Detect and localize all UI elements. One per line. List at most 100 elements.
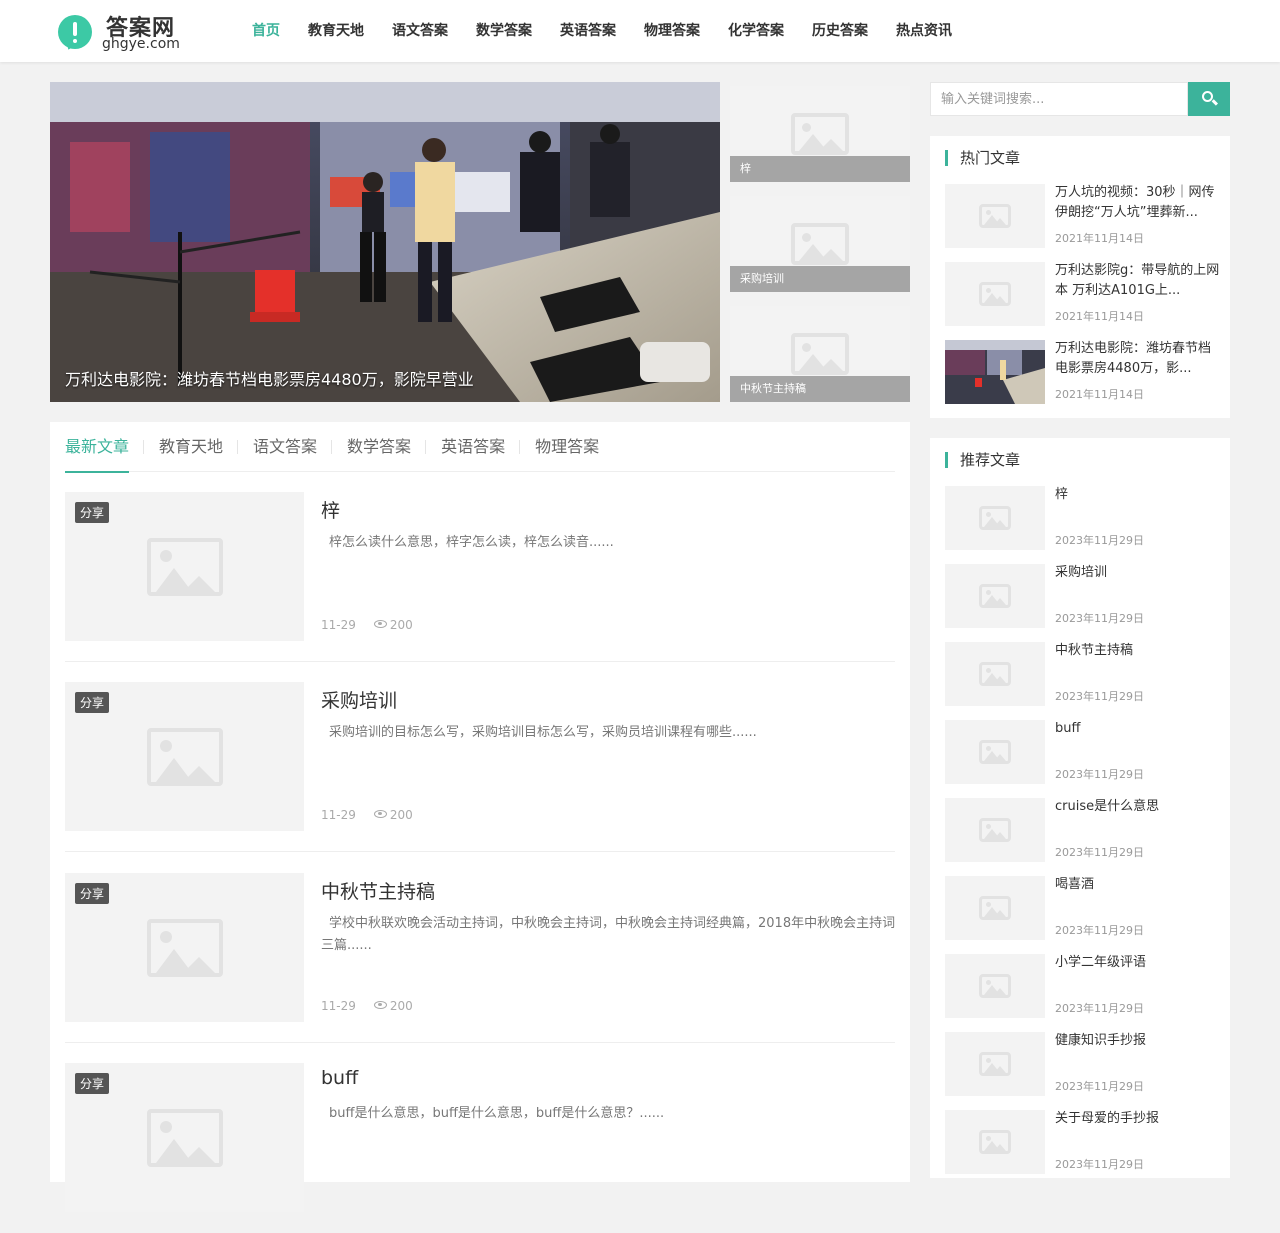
list-item[interactable]: 喝喜酒 2023年11月29日 bbox=[945, 876, 1225, 940]
tab-physics[interactable]: 物理答案 bbox=[535, 422, 614, 472]
featured-thumb[interactable]: 采购培训 bbox=[730, 196, 910, 292]
placeholder-image bbox=[945, 876, 1045, 940]
widget-item-date: 2023年11月29日 bbox=[1055, 846, 1144, 859]
site-logo[interactable]: 答案网 ghgye.com bbox=[58, 12, 198, 52]
post-meta: 11-29 200 bbox=[321, 618, 413, 632]
placeholder-image bbox=[945, 720, 1045, 784]
list-item[interactable]: buff 2023年11月29日 bbox=[945, 720, 1225, 784]
search-input[interactable] bbox=[930, 82, 1188, 116]
eye-icon bbox=[373, 620, 387, 628]
widget-item-title[interactable]: 万人坑的视频：30秒｜网传伊朗挖“万人坑”埋葬新... bbox=[1055, 183, 1220, 223]
post-excerpt: 学校中秋联欢晚会活动主持词，中秋晚会主持词，中秋晚会主持词经典篇，2018年中秋… bbox=[321, 916, 896, 953]
widget-title: 推荐文章 bbox=[945, 452, 1020, 468]
featured-thumb-title: 采购培训 bbox=[730, 266, 910, 292]
widget-item-title[interactable]: 小学二年级评语 bbox=[1055, 953, 1220, 973]
hero-image bbox=[50, 82, 720, 402]
nav-item-history[interactable]: 历史答案 bbox=[798, 0, 882, 62]
widget-item-date: 2023年11月29日 bbox=[1055, 690, 1144, 703]
widget-item-date: 2023年11月29日 bbox=[1055, 1158, 1144, 1171]
list-item[interactable]: cruise是什么意思 2023年11月29日 bbox=[945, 798, 1225, 862]
post-excerpt: 梓怎么读什么意思，梓字怎么读，梓怎么读音...... bbox=[329, 535, 614, 550]
featured-thumb[interactable]: 梓 bbox=[730, 86, 910, 182]
hero-slide[interactable]: 万利达电影院：潍坊春节档电影票房4480万，影院早营业 bbox=[50, 82, 720, 402]
site-header: 答案网 ghgye.com 首页 教育天地 语文答案 数学答案 英语答案 物理答… bbox=[0, 0, 1280, 62]
tab-education[interactable]: 教育天地 bbox=[159, 422, 239, 472]
article-thumbnail bbox=[945, 340, 1045, 404]
list-item[interactable]: 万人坑的视频：30秒｜网传伊朗挖“万人坑”埋葬新... 2021年11月14日 bbox=[945, 184, 1225, 248]
list-item: 分享 buff buff是什么意思，buff是什么意思，buff是什么意思？..… bbox=[65, 1063, 895, 1233]
placeholder-image bbox=[945, 1032, 1045, 1096]
post-date: 11-29 bbox=[321, 618, 356, 632]
widget-item-title[interactable]: 梓 bbox=[1055, 485, 1220, 505]
list-item[interactable]: 小学二年级评语 2023年11月29日 bbox=[945, 954, 1225, 1018]
tab-chinese[interactable]: 语文答案 bbox=[253, 422, 333, 472]
placeholder-image bbox=[945, 954, 1045, 1018]
widget-item-title[interactable]: 中秋节主持稿 bbox=[1055, 641, 1220, 661]
tab-latest[interactable]: 最新文章 bbox=[65, 422, 145, 473]
widget-item-date: 2023年11月29日 bbox=[1055, 1002, 1144, 1015]
nav-item-education[interactable]: 教育天地 bbox=[294, 0, 378, 62]
tab-english[interactable]: 英语答案 bbox=[441, 422, 521, 472]
nav-item-home[interactable]: 首页 bbox=[238, 0, 294, 62]
list-item[interactable]: 健康知识手抄报 2023年11月29日 bbox=[945, 1032, 1225, 1096]
search-button[interactable] bbox=[1188, 82, 1230, 116]
nav-item-math[interactable]: 数学答案 bbox=[462, 0, 546, 62]
nav-item-physics[interactable]: 物理答案 bbox=[630, 0, 714, 62]
hero-caption: 万利达电影院：潍坊春节档电影票房4480万，影院早营业 bbox=[65, 370, 474, 389]
placeholder-image bbox=[945, 1110, 1045, 1174]
widget-item-date: 2023年11月29日 bbox=[1055, 612, 1144, 625]
post-views: 200 bbox=[389, 618, 413, 632]
category-badge[interactable]: 分享 bbox=[75, 1073, 110, 1094]
list-item[interactable]: 梓 2023年11月29日 bbox=[945, 486, 1225, 550]
category-badge[interactable]: 分享 bbox=[75, 883, 110, 904]
post-title[interactable]: 梓 bbox=[321, 496, 340, 523]
list-item[interactable]: 中秋节主持稿 2023年11月29日 bbox=[945, 642, 1225, 706]
widget-item-title[interactable]: 喝喜酒 bbox=[1055, 875, 1220, 895]
widget-item-title[interactable]: buff bbox=[1055, 719, 1220, 739]
widget-item-title[interactable]: cruise是什么意思 bbox=[1055, 797, 1220, 817]
nav-item-chinese[interactable]: 语文答案 bbox=[378, 0, 462, 62]
main-nav: 首页 教育天地 语文答案 数学答案 英语答案 物理答案 化学答案 历史答案 热点… bbox=[238, 0, 966, 62]
logo-icon bbox=[58, 15, 92, 49]
category-badge[interactable]: 分享 bbox=[75, 692, 110, 713]
nav-item-news[interactable]: 热点资讯 bbox=[882, 0, 966, 62]
post-title[interactable]: buff bbox=[321, 1067, 358, 1089]
post-date: 11-29 bbox=[321, 808, 356, 822]
post-views: 200 bbox=[389, 999, 413, 1013]
placeholder-image bbox=[945, 486, 1045, 550]
nav-item-chemistry[interactable]: 化学答案 bbox=[714, 0, 798, 62]
list-item: 分享 中秋节主持稿 学校中秋联欢晚会活动主持词，中秋晚会主持词，中秋晚会主持词经… bbox=[65, 873, 895, 1043]
recommended-articles-widget: 推荐文章 梓 2023年11月29日 采购培训 2023年11月29日 中秋节主… bbox=[930, 438, 1230, 1178]
widget-item-date: 2023年11月29日 bbox=[1055, 768, 1144, 781]
widget-item-title[interactable]: 采购培训 bbox=[1055, 563, 1220, 583]
list-item[interactable]: 万利达影院g：带导航的上网本 万利达A101G上... 2021年11月14日 bbox=[945, 262, 1225, 326]
list-item[interactable]: 关于母爱的手抄报 2023年11月29日 bbox=[945, 1110, 1225, 1174]
post-views: 200 bbox=[389, 808, 413, 822]
category-tabs: 最新文章 教育天地 语文答案 数学答案 英语答案 物理答案 bbox=[65, 422, 895, 473]
category-badge[interactable]: 分享 bbox=[75, 502, 110, 523]
featured-thumb-title: 梓 bbox=[730, 156, 910, 182]
placeholder-image bbox=[945, 564, 1045, 628]
post-meta: 11-29 200 bbox=[321, 808, 413, 822]
list-item: 分享 梓 梓怎么读什么意思，梓字怎么读，梓怎么读音...... 11-29 200 bbox=[65, 492, 895, 662]
article-list-panel: 最新文章 教育天地 语文答案 数学答案 英语答案 物理答案 分享 梓 梓怎么读什… bbox=[50, 422, 910, 1212]
post-date: 11-29 bbox=[321, 999, 356, 1013]
tab-math[interactable]: 数学答案 bbox=[347, 422, 427, 472]
widget-item-date: 2023年11月29日 bbox=[1055, 924, 1144, 937]
hot-articles-widget: 热门文章 万人坑的视频：30秒｜网传伊朗挖“万人坑”埋葬新... 2021年11… bbox=[930, 136, 1230, 418]
widget-item-date: 2021年11月14日 bbox=[1055, 232, 1144, 245]
post-title[interactable]: 采购培训 bbox=[321, 686, 397, 713]
list-item[interactable]: 采购培训 2023年11月29日 bbox=[945, 564, 1225, 628]
widget-item-title[interactable]: 关于母爱的手抄报 bbox=[1055, 1109, 1220, 1129]
widget-item-date: 2023年11月29日 bbox=[1055, 534, 1144, 547]
widget-item-date: 2021年11月14日 bbox=[1055, 388, 1144, 401]
list-item[interactable]: 万利达电影院：潍坊春节档电影票房4480万，影... 2021年11月14日 bbox=[945, 340, 1225, 404]
nav-item-english[interactable]: 英语答案 bbox=[546, 0, 630, 62]
widget-item-title[interactable]: 健康知识手抄报 bbox=[1055, 1031, 1220, 1051]
site-domain: ghgye.com bbox=[102, 36, 180, 52]
widget-item-title[interactable]: 万利达电影院：潍坊春节档电影票房4480万，影... bbox=[1055, 339, 1220, 379]
post-excerpt: 采购培训的目标怎么写，采购培训目标怎么写，采购员培训课程有哪些...... bbox=[329, 725, 757, 740]
post-title[interactable]: 中秋节主持稿 bbox=[321, 877, 435, 904]
featured-thumb[interactable]: 中秋节主持稿 bbox=[730, 306, 910, 402]
widget-item-title[interactable]: 万利达影院g：带导航的上网本 万利达A101G上... bbox=[1055, 261, 1220, 301]
